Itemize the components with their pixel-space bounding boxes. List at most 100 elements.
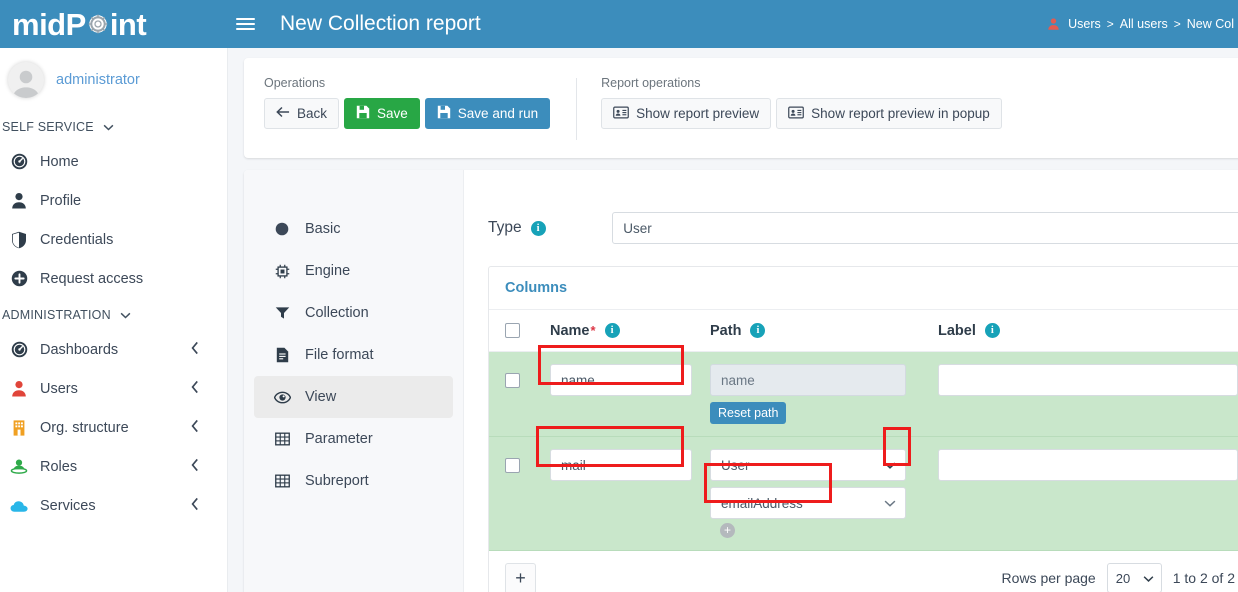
row-path-item-select[interactable]: emailAddress xyxy=(710,487,906,519)
tab-view[interactable]: View xyxy=(254,376,453,418)
chevron-left-icon[interactable] xyxy=(191,419,199,436)
tab-parameter[interactable]: Parameter xyxy=(254,418,453,460)
chevron-down-icon[interactable] xyxy=(884,458,896,473)
row-label-cell xyxy=(938,364,1238,396)
sidebar-item-profile[interactable]: Profile xyxy=(0,181,227,220)
row-checkbox[interactable] xyxy=(505,458,520,473)
main-content: Operations Back xyxy=(228,48,1238,592)
report-operations-group-title: Report operations xyxy=(601,76,1002,90)
sidebar-username[interactable]: administrator xyxy=(56,72,140,88)
chevron-down-icon[interactable] xyxy=(1143,571,1154,586)
table-row: Reset path xyxy=(489,352,1238,437)
row-path-cell: User emailAddress + xyxy=(710,449,938,538)
select-all-checkbox[interactable] xyxy=(505,323,520,338)
sidebar-item-label: Home xyxy=(40,154,79,170)
row-path-type-value: User xyxy=(721,458,750,473)
row-name-input[interactable] xyxy=(550,364,692,396)
row-label-input[interactable] xyxy=(938,364,1238,396)
tab-subreport[interactable]: Subreport xyxy=(254,460,453,502)
avatar-icon xyxy=(8,62,44,98)
gear-icon xyxy=(87,13,109,35)
eye-icon xyxy=(271,391,293,404)
back-button[interactable]: Back xyxy=(264,98,339,129)
sidebar-item-label: Roles xyxy=(40,459,77,475)
sidebar-section-self-service[interactable]: SELF SERVICE xyxy=(0,110,227,142)
sidebar-item-label: Org. structure xyxy=(40,420,129,436)
cloud-icon xyxy=(7,499,31,513)
show-report-preview-in-popup-button[interactable]: Show report preview in popup xyxy=(776,98,1002,129)
sidebar-item-request-access[interactable]: Request access xyxy=(0,259,227,298)
row-label-cell xyxy=(938,449,1238,481)
sidebar-item-label: Users xyxy=(40,381,78,397)
save-button[interactable]: Save xyxy=(344,98,420,129)
tab-collection[interactable]: Collection xyxy=(254,292,453,334)
operations-toolbar: Operations Back xyxy=(244,58,1238,158)
building-icon xyxy=(7,419,31,436)
select-all-cell xyxy=(505,323,550,338)
row-path-item-value: emailAddress xyxy=(721,496,803,511)
sidebar-item-dashboards[interactable]: Dashboards xyxy=(0,330,227,369)
type-input[interactable] xyxy=(612,212,1238,244)
save-and-run-button[interactable]: Save and run xyxy=(425,98,550,129)
breadcrumb: Users > All users > New Col xyxy=(1047,0,1238,48)
chevron-left-icon[interactable] xyxy=(191,341,199,358)
row-name-input[interactable] xyxy=(550,449,692,481)
breadcrumb-item-current: New Col xyxy=(1187,17,1234,31)
type-field-label: Type xyxy=(488,219,522,237)
columns-panel: Columns Name * i Path i Labe xyxy=(488,266,1238,592)
sidebar-item-users[interactable]: Users xyxy=(0,369,227,408)
info-icon[interactable]: i xyxy=(531,221,546,236)
info-icon[interactable]: i xyxy=(750,323,765,338)
tab-engine[interactable]: Engine xyxy=(254,250,453,292)
brand-text-right: int xyxy=(110,9,146,40)
report-form-card: Basic Engine xyxy=(244,170,1238,592)
sidebar-item-label: Credentials xyxy=(40,232,113,248)
row-label-input[interactable] xyxy=(938,449,1238,481)
hamburger-icon[interactable] xyxy=(228,0,262,48)
reset-path-button[interactable]: Reset path xyxy=(710,402,786,424)
view-tab-content: Type i Columns Name * i xyxy=(464,170,1238,592)
chevron-left-icon[interactable] xyxy=(191,380,199,397)
save-icon xyxy=(356,105,370,122)
sidebar-item-home[interactable]: Home xyxy=(0,142,227,181)
brand-text-left: mid xyxy=(12,9,66,40)
sidebar-section-label: ADMINISTRATION xyxy=(2,308,111,322)
report-operations-group: Report operations xyxy=(601,76,1002,158)
id-card-icon xyxy=(613,106,629,122)
sidebar-user-block[interactable]: administrator xyxy=(0,48,227,110)
user-icon xyxy=(7,380,31,397)
row-path-cell: Reset path xyxy=(710,364,938,424)
sidebar-item-credentials[interactable]: Credentials xyxy=(0,220,227,259)
row-checkbox[interactable] xyxy=(505,373,520,388)
sidebar-item-org-structure[interactable]: Org. structure xyxy=(0,408,227,447)
rows-per-page-select[interactable]: 20 xyxy=(1107,563,1162,592)
breadcrumb-item-users[interactable]: Users xyxy=(1068,17,1101,31)
show-report-preview-button[interactable]: Show report preview xyxy=(601,98,771,129)
row-path-type-select[interactable]: User xyxy=(710,449,906,481)
add-column-button[interactable]: + xyxy=(505,563,536,592)
breadcrumb-item-all-users[interactable]: All users xyxy=(1120,17,1168,31)
sidebar-item-roles[interactable]: Roles xyxy=(0,447,227,486)
tab-file-format[interactable]: File format xyxy=(254,334,453,376)
brand-logo[interactable]: mid P xyxy=(0,0,228,48)
brand-logo-text: mid P xyxy=(12,9,146,40)
row-path-input[interactable] xyxy=(710,364,906,396)
sidebar-section-administration[interactable]: ADMINISTRATION xyxy=(0,298,227,330)
operations-group: Operations Back xyxy=(264,76,550,158)
table-icon xyxy=(271,432,293,446)
chevron-down-icon xyxy=(120,308,131,322)
plus-circle-icon[interactable]: + xyxy=(720,523,735,538)
role-icon xyxy=(7,458,31,475)
breadcrumb-separator: > xyxy=(1107,17,1114,31)
tab-basic[interactable]: Basic xyxy=(254,208,453,250)
sidebar-item-services[interactable]: Services xyxy=(0,486,227,525)
column-header-name-label: Name xyxy=(550,323,590,339)
required-marker: * xyxy=(591,323,596,338)
info-icon[interactable]: i xyxy=(985,323,1000,338)
info-icon[interactable]: i xyxy=(605,323,620,338)
chevron-down-icon[interactable] xyxy=(884,496,896,511)
tab-label: Basic xyxy=(305,221,340,237)
chevron-left-icon[interactable] xyxy=(191,458,199,475)
table-row: User emailAddress + xyxy=(489,437,1238,551)
chevron-left-icon[interactable] xyxy=(191,497,199,514)
